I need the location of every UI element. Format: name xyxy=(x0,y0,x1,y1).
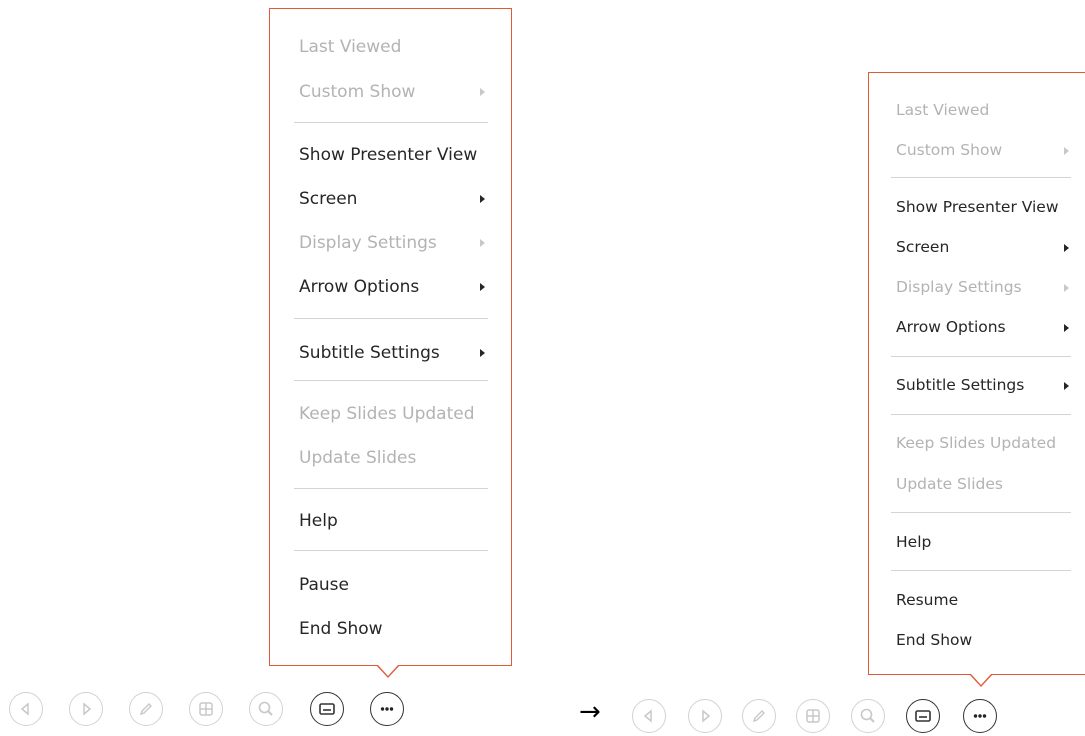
menu-item-pause[interactable]: Pause xyxy=(299,575,349,595)
menu-item-display-settings[interactable]: Display Settings xyxy=(299,233,437,253)
menu-separator xyxy=(891,414,1071,415)
menu-item-end-show[interactable]: End Show xyxy=(896,631,972,649)
menu-item-custom-show[interactable]: Custom Show xyxy=(299,82,415,102)
transition-arrow: → xyxy=(579,697,601,727)
next-icon xyxy=(83,702,92,716)
menu-separator xyxy=(294,318,488,319)
menu-separator xyxy=(294,488,488,489)
menu-separator xyxy=(891,177,1071,178)
see-all-slides-button[interactable] xyxy=(189,692,223,726)
next-icon xyxy=(702,709,711,723)
submenu-arrow-icon xyxy=(480,88,485,96)
pen-tool-button[interactable] xyxy=(129,692,163,726)
menu-item-screen[interactable]: Screen xyxy=(896,238,949,256)
more-slideshow-options-button[interactable] xyxy=(370,692,404,726)
menu-item-update-slides[interactable]: Update Slides xyxy=(299,448,416,468)
submenu-arrow-icon xyxy=(480,195,485,203)
menu-item-end-show[interactable]: End Show xyxy=(299,619,383,639)
zoom-icon xyxy=(860,708,875,723)
pen-icon xyxy=(752,710,765,723)
menu-item-show-presenter-view[interactable]: Show Presenter View xyxy=(299,145,477,165)
subtitles-button[interactable] xyxy=(906,699,940,733)
menu-item-show-presenter-view[interactable]: Show Presenter View xyxy=(896,198,1059,216)
more-options-icon xyxy=(380,707,394,711)
menu-item-arrow-options[interactable]: Arrow Options xyxy=(299,277,419,297)
zoom-button[interactable] xyxy=(851,699,885,733)
menu-item-resume[interactable]: Resume xyxy=(896,591,958,609)
menu-item-keep-slides-updated[interactable]: Keep Slides Updated xyxy=(299,404,475,424)
submenu-arrow-icon xyxy=(1064,244,1069,252)
submenu-arrow-icon xyxy=(480,283,485,291)
zoom-icon xyxy=(258,701,273,716)
menu-separator xyxy=(891,570,1071,571)
submenu-arrow-icon xyxy=(1064,382,1069,390)
subtitles-icon xyxy=(915,710,931,722)
menu-item-help[interactable]: Help xyxy=(299,511,338,531)
menu-item-help[interactable]: Help xyxy=(896,533,931,551)
menu-separator xyxy=(294,550,488,551)
submenu-arrow-icon xyxy=(480,239,485,247)
more-slideshow-options-button[interactable] xyxy=(963,699,997,733)
menu-item-custom-show[interactable]: Custom Show xyxy=(896,141,1002,159)
menu-separator xyxy=(294,380,488,381)
subtitles-button[interactable] xyxy=(310,692,344,726)
see-all-slides-button[interactable] xyxy=(796,699,830,733)
pen-tool-button[interactable] xyxy=(742,699,776,733)
slideshow-options-menu-before: Last Viewed Custom Show Show Presenter V… xyxy=(269,8,512,678)
submenu-arrow-icon xyxy=(1064,324,1069,332)
previous-slide-button[interactable] xyxy=(9,692,43,726)
menu-item-arrow-options[interactable]: Arrow Options xyxy=(896,318,1006,336)
menu-item-subtitle-settings[interactable]: Subtitle Settings xyxy=(299,343,440,363)
previous-icon xyxy=(643,709,652,723)
submenu-arrow-icon xyxy=(1064,284,1069,292)
see-all-slides-icon xyxy=(199,702,213,716)
more-options-icon xyxy=(973,714,987,718)
pen-icon xyxy=(139,703,152,716)
previous-icon xyxy=(20,702,29,716)
menu-item-display-settings[interactable]: Display Settings xyxy=(896,278,1022,296)
zoom-button[interactable] xyxy=(249,692,283,726)
menu-item-keep-slides-updated[interactable]: Keep Slides Updated xyxy=(896,434,1056,452)
submenu-arrow-icon xyxy=(480,349,485,357)
menu-separator xyxy=(891,512,1071,513)
menu-item-update-slides[interactable]: Update Slides xyxy=(896,475,1003,493)
menu-item-screen[interactable]: Screen xyxy=(299,189,357,209)
menu-separator xyxy=(294,122,488,123)
subtitles-icon xyxy=(319,703,335,715)
slideshow-options-menu-after: Last Viewed Custom Show Show Presenter V… xyxy=(868,72,1085,687)
submenu-arrow-icon xyxy=(1064,147,1069,155)
menu-item-last-viewed[interactable]: Last Viewed xyxy=(299,37,401,57)
previous-slide-button[interactable] xyxy=(632,699,666,733)
menu-separator xyxy=(891,356,1071,357)
menu-item-subtitle-settings[interactable]: Subtitle Settings xyxy=(896,376,1024,394)
menu-item-last-viewed[interactable]: Last Viewed xyxy=(896,101,989,119)
next-slide-button[interactable] xyxy=(688,699,722,733)
see-all-slides-icon xyxy=(806,709,820,723)
next-slide-button[interactable] xyxy=(69,692,103,726)
